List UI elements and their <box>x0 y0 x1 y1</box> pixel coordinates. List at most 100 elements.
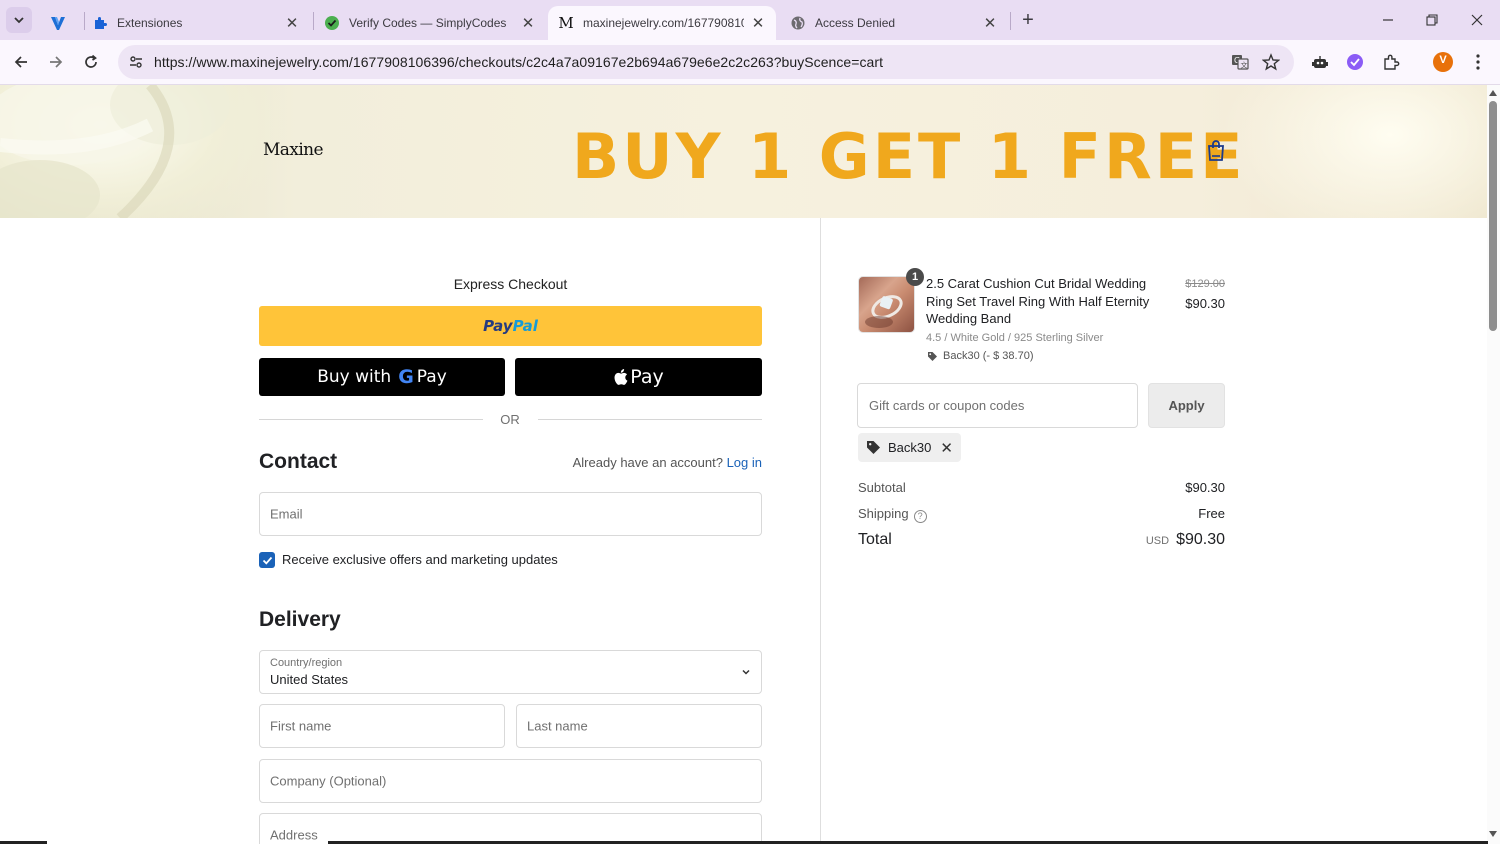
last-name-field[interactable]: Last name <box>516 704 762 748</box>
first-name-field[interactable]: First name <box>259 704 505 748</box>
new-tab-button[interactable]: + <box>1017 9 1039 31</box>
email-placeholder: Email <box>270 506 303 522</box>
google-pay-button[interactable]: Buy with G Pay <box>259 358 505 396</box>
total-label: Total <box>858 531 892 548</box>
or-divider-left <box>259 419 483 420</box>
shopping-bag-icon[interactable] <box>1205 139 1227 163</box>
restore-button[interactable] <box>1420 8 1444 32</box>
express-checkout-title: Express Checkout <box>453 276 568 292</box>
browser-toolbar: https://www.maxinejewelry.com/1677908106… <box>0 40 1500 85</box>
tab-simplycodes[interactable]: Verify Codes — SimplyCodes ✕ <box>314 6 546 40</box>
v-logo-icon <box>50 15 66 31</box>
back-button[interactable] <box>9 50 33 74</box>
tab-maxinejewelry[interactable]: M maxinejewelry.com/167790810 ✕ <box>548 6 776 40</box>
contact-title: Contact <box>259 450 338 473</box>
shipping-row: Shipping? Free <box>858 506 1225 523</box>
close-window-button[interactable] <box>1465 8 1489 32</box>
country-select[interactable]: Country/region United States <box>259 650 762 694</box>
arrow-left-icon <box>14 56 27 68</box>
promo-headline: BUY 1 GET 1 FREE <box>572 120 1246 193</box>
shipping-label: Shipping <box>858 506 909 521</box>
scroll-down-arrow-icon[interactable] <box>1488 830 1498 838</box>
marketing-label[interactable]: Receive exclusive offers and marketing u… <box>282 552 558 567</box>
gpay-prefix: Buy with <box>317 367 392 387</box>
gpay-suffix: Pay <box>416 367 447 387</box>
svg-text:文: 文 <box>1241 61 1248 70</box>
purple-extension-icon[interactable] <box>1343 50 1367 74</box>
quantity-badge: 1 <box>906 268 924 286</box>
reload-icon <box>85 54 97 68</box>
kebab-menu-icon <box>1476 54 1480 70</box>
minimize-button[interactable] <box>1376 8 1400 32</box>
close-icon[interactable]: ✕ <box>284 15 300 32</box>
profile-avatar[interactable]: V <box>1431 50 1455 74</box>
remove-code-icon[interactable]: ✕ <box>940 439 953 457</box>
address-placeholder: Address <box>270 827 318 843</box>
email-field[interactable]: Email <box>259 492 762 536</box>
close-icon <box>1471 14 1483 26</box>
total-currency: USD <box>1145 535 1170 547</box>
address-bar[interactable]: https://www.maxinejewelry.com/1677908106… <box>118 45 1294 79</box>
simplycodes-check-icon <box>324 15 340 31</box>
apple-pay-button[interactable]: Pay <box>515 358 762 396</box>
help-circle-icon[interactable]: ? <box>913 509 927 523</box>
tab-search-button[interactable] <box>6 7 32 33</box>
subtotal-label: Subtotal <box>858 480 906 495</box>
or-divider-right <box>538 419 762 420</box>
login-prompt: Already have an account? Log in <box>573 455 762 470</box>
tab-separator <box>1010 12 1011 30</box>
close-icon[interactable]: ✕ <box>750 15 766 32</box>
tab-pinned-extension[interactable] <box>40 6 82 40</box>
or-label: OR <box>500 412 520 427</box>
close-icon[interactable]: ✕ <box>520 15 536 32</box>
first-name-placeholder: First name <box>270 718 332 734</box>
address-field[interactable]: Address <box>259 813 762 844</box>
tab-strip: Extensiones ✕ Verify Codes — SimplyCodes… <box>0 0 1500 40</box>
google-g-icon: G <box>398 366 414 388</box>
bookmark-star-icon[interactable] <box>1259 50 1283 74</box>
login-link[interactable]: Log in <box>727 455 762 470</box>
flower-decoration-image <box>0 85 230 218</box>
apply-button[interactable]: Apply <box>1148 383 1225 428</box>
tab-title: Verify Codes — SimplyCodes <box>349 16 507 30</box>
puzzle-icon <box>92 15 108 31</box>
company-field[interactable]: Company (Optional) <box>259 759 762 803</box>
scrollbar-thumb[interactable] <box>1489 101 1497 331</box>
minimize-icon <box>1383 19 1393 21</box>
brand-logo[interactable]: Maxine <box>263 140 324 160</box>
extensions-puzzle-icon[interactable] <box>1379 50 1403 74</box>
site-settings-icon[interactable] <box>126 52 146 72</box>
restore-icon <box>1426 14 1438 26</box>
company-placeholder: Company (Optional) <box>270 773 387 789</box>
account-prompt-text: Already have an account? <box>572 455 723 470</box>
product-variant: 4.5 / White Gold / 925 Sterling Silver <box>926 332 1104 344</box>
subtotal-row: Subtotal $90.30 <box>858 480 1225 495</box>
marketing-checkbox[interactable] <box>259 552 275 568</box>
browser-menu-button[interactable] <box>1466 50 1490 74</box>
close-icon[interactable]: ✕ <box>982 15 998 32</box>
scroll-up-arrow-icon[interactable] <box>1488 89 1498 97</box>
delivery-title: Delivery <box>259 608 341 631</box>
total-row: Total USD $90.30 <box>858 531 1225 549</box>
tag-icon <box>928 351 937 361</box>
translate-icon[interactable]: G文 <box>1228 50 1252 74</box>
tab-access-denied[interactable]: Access Denied ✕ <box>780 6 1008 40</box>
chevron-down-icon <box>14 17 24 24</box>
robot-extension-icon[interactable] <box>1308 50 1332 74</box>
url-text[interactable]: https://www.maxinejewelry.com/1677908106… <box>154 54 883 70</box>
applied-code-text: Back30 <box>888 440 932 455</box>
coupon-placeholder: Gift cards or coupon codes <box>869 398 1025 413</box>
tab-extensiones[interactable]: Extensiones ✕ <box>82 6 310 40</box>
forward-button[interactable] <box>44 50 68 74</box>
maxine-m-icon: M <box>558 14 574 32</box>
product-discount: Back30 (- $ 38.70) <box>927 350 1034 362</box>
reload-button[interactable] <box>79 50 103 74</box>
subtotal-value: $90.30 <box>1185 480 1225 495</box>
apple-icon <box>614 369 628 385</box>
apple-pay-label: Pay <box>630 366 664 388</box>
shipping-value: Free <box>1198 506 1225 521</box>
paypal-button[interactable]: Pay Pal <box>259 306 762 346</box>
product-discount-text: Back30 (- $ 38.70) <box>943 350 1034 362</box>
tab-title: Extensiones <box>117 16 183 30</box>
coupon-input[interactable]: Gift cards or coupon codes <box>857 383 1138 428</box>
